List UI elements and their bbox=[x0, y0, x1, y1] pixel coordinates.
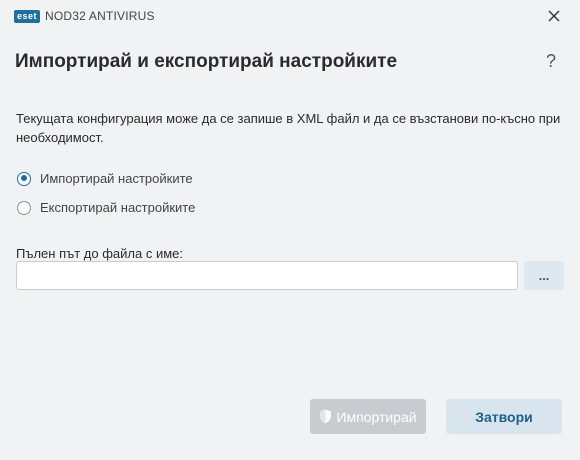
help-button[interactable]: ? bbox=[546, 51, 556, 72]
import-option-label: Импортирай настройките bbox=[40, 171, 193, 186]
close-icon bbox=[548, 10, 560, 22]
eset-logo: eset NOD32 ANTIVIRUS bbox=[14, 9, 155, 23]
close-window-button[interactable] bbox=[544, 6, 564, 26]
browse-button[interactable]: ... bbox=[524, 261, 564, 290]
dialog-title: Импортирай и експортирай настройките bbox=[15, 51, 398, 72]
import-settings-option[interactable]: Импортирай настройките bbox=[17, 171, 193, 186]
file-path-input[interactable] bbox=[16, 261, 518, 290]
titlebar: eset NOD32 ANTIVIRUS bbox=[0, 0, 580, 32]
dialog-window: eset NOD32 ANTIVIRUS Импортирай и експор… bbox=[0, 0, 580, 460]
logo-badge: eset bbox=[14, 9, 41, 23]
product-name: NOD32 ANTIVIRUS bbox=[45, 9, 155, 23]
export-settings-option[interactable]: Експортирай настройките bbox=[17, 200, 195, 215]
file-path-label: Пълен път до файла с име: bbox=[16, 246, 184, 261]
description-text: Текущата конфигурация може да се запише … bbox=[16, 111, 561, 145]
radio-selected-icon[interactable] bbox=[17, 171, 31, 186]
shield-icon bbox=[319, 409, 332, 424]
import-button[interactable]: Импортирай bbox=[310, 399, 426, 434]
export-option-label: Експортирай настройките bbox=[40, 200, 196, 215]
close-button[interactable]: Затвори bbox=[446, 399, 562, 434]
radio-unselected-icon[interactable] bbox=[17, 200, 31, 215]
import-button-label: Импортирай bbox=[336, 408, 417, 425]
